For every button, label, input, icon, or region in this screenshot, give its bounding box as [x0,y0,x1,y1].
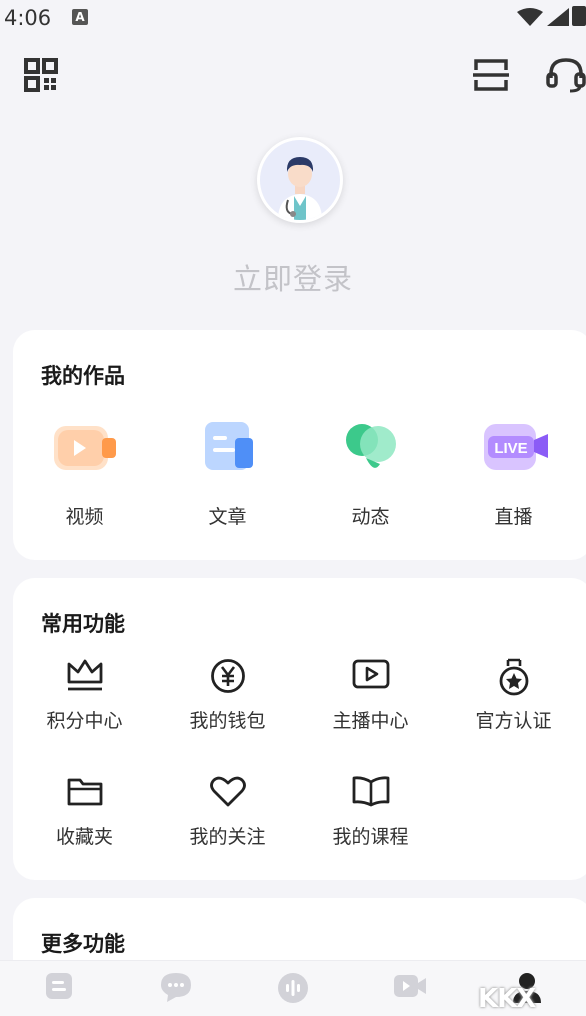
works-item-article[interactable]: 文章 [156,418,299,528]
scan-icon[interactable] [473,58,509,92]
notification-badge: A [72,9,88,25]
common-item-points[interactable]: 积分中心 [13,658,156,738]
moments-icon [345,424,396,468]
common-item-anchor-center[interactable]: 主播中心 [299,658,442,738]
common-item-wallet[interactable]: 我的钱包 [156,658,299,738]
medal-icon [499,658,528,696]
more-functions-title: 更多功能 [41,932,125,956]
folder-icon [67,778,102,806]
doctor-avatar-icon [260,140,340,220]
book-icon [352,776,389,807]
article-icon [204,422,253,470]
works-item-moments[interactable]: 动态 [299,418,442,528]
common-functions-title: 常用功能 [41,612,125,636]
common-label: 积分中心 [46,710,123,732]
tab-messages[interactable] [117,961,234,1016]
status-bar: 4:06 A [0,0,586,34]
live-badge-text: LIVE [494,440,527,457]
wifi-icon [517,8,543,26]
status-time: 4:06 [4,6,52,30]
works-item-video[interactable]: 视频 [13,418,156,528]
chat-icon [160,973,191,1002]
common-label: 我的钱包 [189,710,266,732]
watermark: KKX [478,984,536,1014]
common-label: 主播中心 [332,710,409,732]
customer-service-icon[interactable] [546,56,586,94]
login-button[interactable]: 立即登录 [0,256,586,298]
video-camera-icon [393,975,426,997]
works-label: 视频 [65,506,104,528]
works-label: 文章 [208,506,247,528]
qr-code-icon[interactable] [24,58,58,92]
works-label: 直播 [494,506,533,528]
my-works-card: 我的作品 视频 文章 动态 LIVE 直播 [13,330,586,560]
home-doc-icon [45,973,72,999]
common-item-certification[interactable]: 官方认证 [442,658,585,738]
common-item-courses[interactable]: 我的课程 [299,774,442,854]
my-works-title: 我的作品 [41,364,125,388]
common-label: 我的课程 [332,826,409,848]
tab-audio[interactable] [234,961,351,1016]
common-label: 官方认证 [475,710,552,732]
works-label: 动态 [351,506,390,528]
signal-icon [547,8,569,26]
tab-home[interactable] [0,961,117,1016]
tab-video[interactable] [351,961,468,1016]
common-label: 我的关注 [189,826,266,848]
audio-icon [277,973,308,1003]
avatar[interactable] [257,137,343,223]
play-screen-icon [352,659,389,689]
battery-icon [572,6,586,26]
heart-icon [209,776,246,807]
yen-icon [210,659,245,693]
live-icon: LIVE [483,424,548,470]
common-label: 收藏夹 [55,826,113,848]
common-item-following[interactable]: 我的关注 [156,774,299,854]
crown-icon [67,659,102,691]
common-item-favorites[interactable]: 收藏夹 [13,774,156,854]
common-functions-card: 常用功能 积分中心 我的钱包 主播中心 官方认证 收藏夹 我的关注 我的课程 [13,578,586,880]
works-item-live[interactable]: LIVE 直播 [442,418,585,528]
video-icon [53,426,116,470]
